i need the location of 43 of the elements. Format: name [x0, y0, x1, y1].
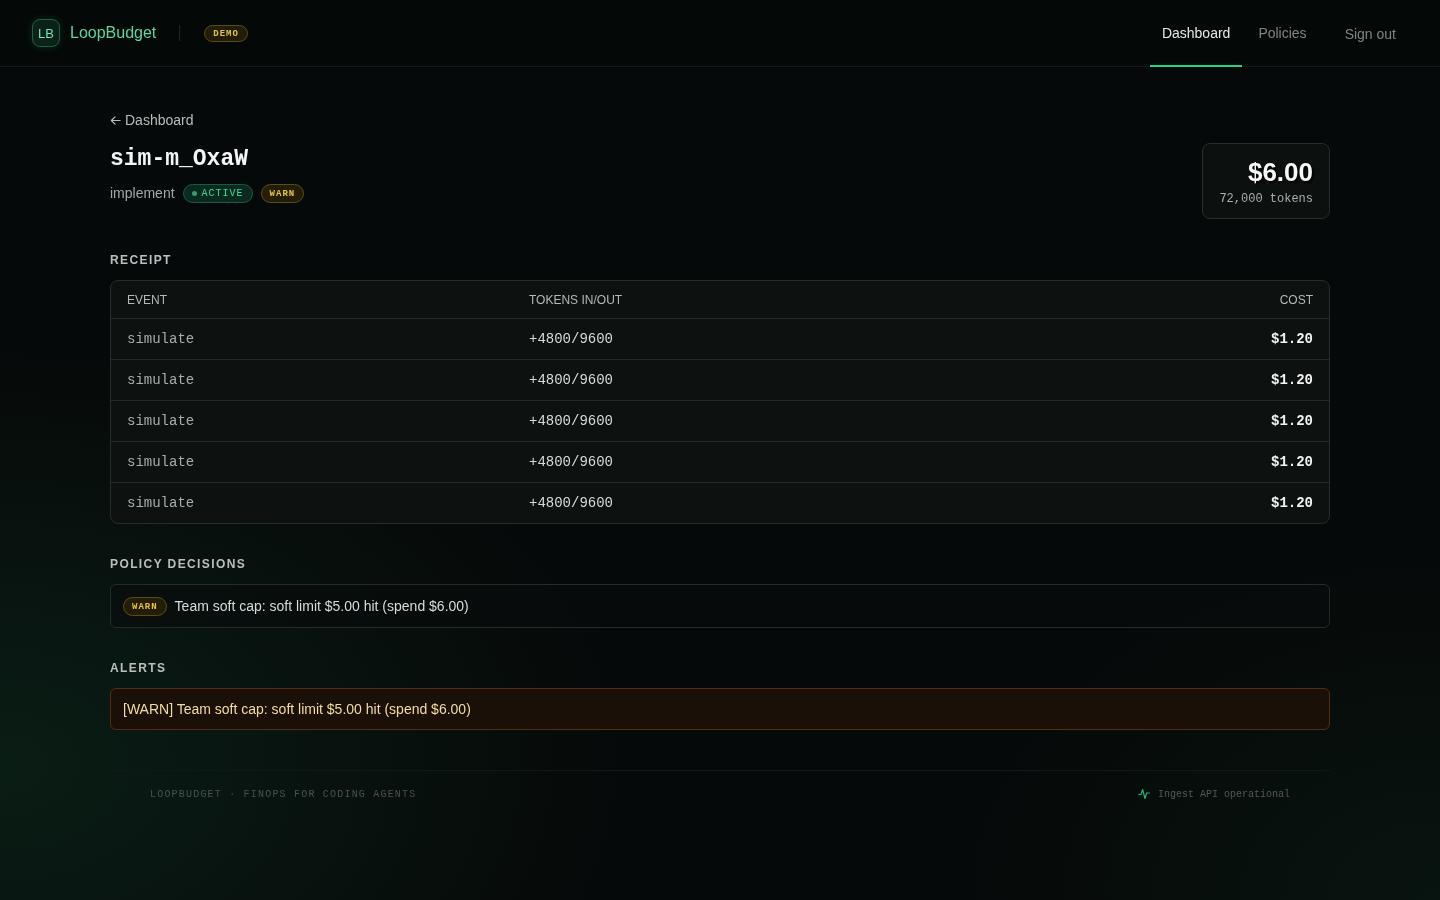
logo-mark: LB — [32, 19, 60, 47]
table-cell: $1.20 — [1271, 413, 1313, 429]
table-cell-text: +4800/9600 — [529, 495, 614, 511]
demo-badge: DEMO — [204, 24, 248, 42]
back-link[interactable]: Dashboard — [110, 110, 194, 130]
task-label: implement — [110, 185, 175, 201]
table-cell-text: +4800/9600 — [529, 454, 614, 470]
table-cell: $1.20 — [1271, 454, 1313, 470]
table-cell: $1.20 — [1271, 495, 1313, 511]
column-header: COST — [1279, 292, 1313, 307]
table-cell: $1.20 — [1271, 372, 1313, 388]
activity-icon — [1137, 788, 1150, 800]
warn-badge: WARN — [123, 596, 167, 616]
warn-badge: WARN — [260, 183, 305, 203]
run-title: sim-m_OxaW — [110, 145, 250, 174]
table-cell-text: +4800/9600 — [529, 331, 614, 347]
total-cost: $6.00 — [1247, 156, 1313, 188]
sign-out-link[interactable]: Sign out — [1332, 0, 1408, 66]
section-title: POLICY DECISIONS — [110, 556, 248, 572]
table-cell-text: +4800/9600 — [529, 413, 614, 429]
status-label: ACTIVE — [201, 187, 244, 200]
section-title: RECEIPT — [110, 252, 173, 268]
back-link-label: Dashboard — [125, 112, 194, 128]
table-cell-text: simulate — [127, 331, 196, 347]
nav-tab[interactable]: Policies — [1246, 0, 1319, 67]
column-header: TOKENS IN/OUT — [529, 292, 624, 307]
table-cell-text: simulate — [127, 413, 196, 429]
column-header: EVENT — [127, 292, 168, 307]
table-cell-text: simulate — [127, 454, 196, 470]
token-count: 72,000 tokens — [1219, 192, 1313, 206]
table-cell: $1.20 — [1271, 331, 1313, 347]
api-status: Ingest API operational — [1157, 788, 1290, 800]
table-cell-text: simulate — [127, 495, 196, 511]
status-dot-icon — [191, 191, 197, 196]
alert-message: [WARN] Team soft cap: soft limit $5.00 hit (spend $6.00) — [110, 688, 1330, 730]
nav-tab[interactable]: Dashboard — [1149, 0, 1243, 67]
section-title: ALERTS — [110, 660, 168, 676]
footer-tagline: LOOPBUDGET · FINOPS FOR CODING AGENTS — [150, 788, 417, 800]
brand-name: LoopBudget — [70, 24, 157, 42]
table-cell-text: +4800/9600 — [529, 372, 614, 388]
decision-text: Team soft cap: soft limit $5.00 hit (spend $6.00) — [174, 598, 469, 614]
arrow-left-icon — [110, 114, 121, 126]
table-cell-text: simulate — [127, 372, 196, 388]
